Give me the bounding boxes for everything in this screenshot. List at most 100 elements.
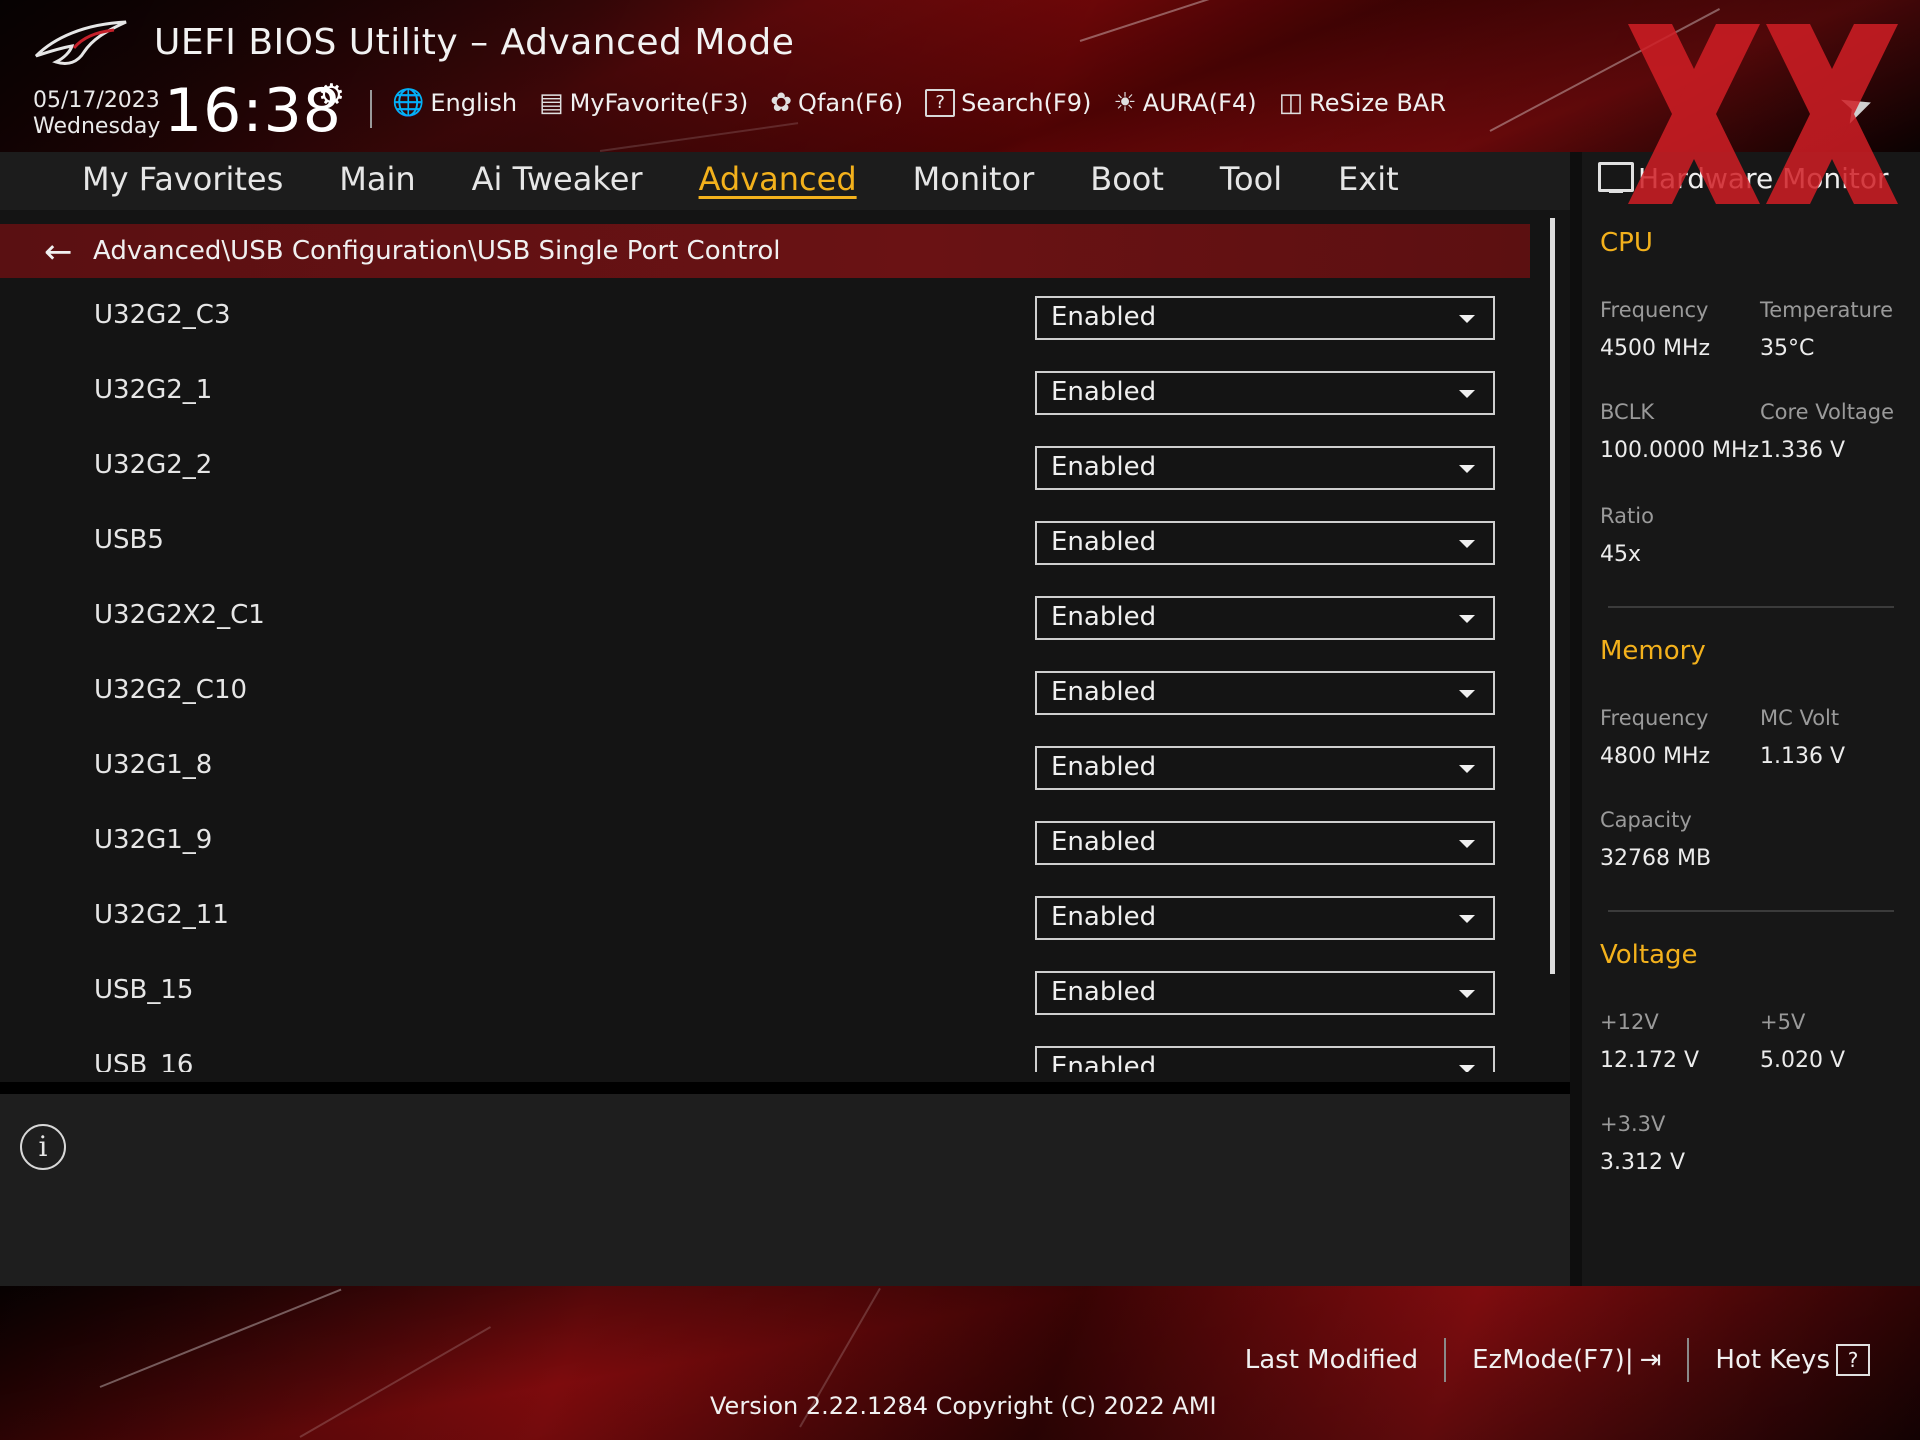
resize-bar-label: ReSize BAR: [1309, 89, 1446, 117]
myfavorite-label: MyFavorite(F3): [569, 89, 749, 117]
memory-frequency-value: 4800 MHz: [1600, 744, 1711, 769]
chevron-down-icon: [1459, 315, 1475, 323]
ezmode-button[interactable]: EzMode(F7)| ⇥: [1446, 1345, 1687, 1375]
tab-monitor[interactable]: Monitor: [913, 160, 1091, 198]
chevron-down-icon: [1459, 1065, 1475, 1072]
background-streak: [99, 1288, 342, 1388]
setting-dropdown[interactable]: Enabled: [1035, 971, 1495, 1015]
cpu-core-voltage-value: 1.336 V: [1760, 438, 1846, 463]
chevron-down-icon: [1459, 840, 1475, 848]
memory-mc-volt-value: 1.136 V: [1760, 744, 1846, 769]
main-menu-bar: My Favorites Main Ai Tweaker Advanced Mo…: [0, 152, 1570, 211]
back-arrow-icon[interactable]: ←: [44, 232, 73, 272]
info-icon: i: [20, 1124, 66, 1170]
background-streak: [1079, 0, 1480, 42]
page-title: UEFI BIOS Utility – Advanced Mode: [154, 22, 795, 63]
breadcrumb-path: Advanced\USB Configuration\USB Single Po…: [93, 236, 781, 266]
setting-row: USB_16 Enabled: [0, 1028, 1530, 1072]
weekday-text: Wednesday: [33, 114, 161, 139]
voltage-3v3-label: +3.3V: [1600, 1112, 1666, 1136]
last-modified-button[interactable]: Last Modified: [1219, 1345, 1444, 1375]
tab-my-favorites[interactable]: My Favorites: [82, 160, 339, 198]
cpu-ratio-label: Ratio: [1600, 504, 1654, 528]
dropdown-value: Enabled: [1051, 452, 1157, 482]
hot-keys-button[interactable]: Hot Keys ?: [1689, 1344, 1896, 1376]
setting-dropdown[interactable]: Enabled: [1035, 671, 1495, 715]
globe-icon: 🌐: [392, 88, 425, 118]
setting-row: U32G2_C10 Enabled: [0, 653, 1530, 728]
search-button[interactable]: ? Search(F9): [925, 89, 1091, 117]
setting-label: U32G2_2: [94, 450, 213, 480]
tab-exit[interactable]: Exit: [1338, 160, 1455, 198]
tab-main[interactable]: Main: [339, 160, 471, 198]
aura-label: AURA(F4): [1142, 89, 1257, 117]
dropdown-value: Enabled: [1051, 752, 1157, 782]
vertical-scrollbar[interactable]: [1550, 218, 1555, 974]
tab-tool[interactable]: Tool: [1220, 160, 1338, 198]
resize-bar-button[interactable]: ◫ ReSize BAR: [1279, 88, 1446, 118]
chevron-down-icon: [1459, 765, 1475, 773]
dropdown-value: Enabled: [1051, 677, 1157, 707]
setting-dropdown[interactable]: Enabled: [1035, 446, 1495, 490]
chevron-down-icon: [1459, 690, 1475, 698]
setting-dropdown[interactable]: Enabled: [1035, 521, 1495, 565]
dropdown-value: Enabled: [1051, 977, 1157, 1007]
setting-dropdown[interactable]: Enabled: [1035, 596, 1495, 640]
version-text: Version 2.22.1284 Copyright (C) 2022 AMI: [710, 1392, 1217, 1420]
menu-tabs: My Favorites Main Ai Tweaker Advanced Mo…: [82, 160, 1455, 198]
cpu-temperature-label: Temperature: [1760, 298, 1894, 322]
setting-row: U32G2_C3 Enabled: [0, 278, 1530, 353]
hardware-monitor-body: Hardware Monitor CPU Frequency 4500 MHz …: [1582, 152, 1920, 1286]
ezmode-label: EzMode(F7)|: [1472, 1345, 1634, 1375]
favorite-list-icon: ▤: [539, 88, 564, 118]
setting-row: U32G2X2_C1 Enabled: [0, 578, 1530, 653]
setting-dropdown[interactable]: Enabled: [1035, 1046, 1495, 1072]
voltage-section-heading: Voltage: [1600, 940, 1698, 970]
dropdown-value: Enabled: [1051, 827, 1157, 857]
tab-ai-tweaker[interactable]: Ai Tweaker: [472, 160, 699, 198]
setting-dropdown[interactable]: Enabled: [1035, 821, 1495, 865]
setting-row: U32G2_2 Enabled: [0, 428, 1530, 503]
clock-settings-gear-icon[interactable]: ⚙: [318, 78, 345, 113]
dropdown-value: Enabled: [1051, 602, 1157, 632]
footer-actions: Last Modified EzMode(F7)| ⇥ Hot Keys ?: [1219, 1338, 1896, 1382]
date-display: 05/17/2023 Wednesday: [33, 88, 160, 140]
setting-row: USB_15 Enabled: [0, 953, 1530, 1028]
last-modified-label: Last Modified: [1244, 1345, 1419, 1375]
section-divider: [1608, 910, 1894, 912]
setting-dropdown[interactable]: Enabled: [1035, 371, 1495, 415]
background-streak: [599, 122, 799, 152]
exit-arrow-icon: ⇥: [1639, 1345, 1662, 1375]
setting-row: USB5 Enabled: [0, 503, 1530, 578]
chevron-down-icon: [1459, 540, 1475, 548]
memory-section-heading: Memory: [1600, 636, 1706, 666]
setting-label: U32G2_11: [94, 900, 229, 930]
breadcrumb: ← Advanced\USB Configuration\USB Single …: [0, 224, 1530, 278]
tab-advanced[interactable]: Advanced: [699, 160, 913, 198]
background-streak: [299, 1326, 492, 1438]
aura-button[interactable]: ☀ AURA(F4): [1113, 88, 1256, 118]
chevron-down-icon: [1459, 615, 1475, 623]
resize-bar-icon: ◫: [1278, 88, 1304, 118]
fan-icon: ✿: [770, 88, 793, 118]
aura-light-icon: ☀: [1113, 88, 1137, 118]
settings-list: U32G2_C3 Enabled U32G2_1 Enabled U32G2_2…: [0, 278, 1530, 1072]
language-button[interactable]: 🌐 English: [392, 88, 517, 118]
setting-dropdown[interactable]: Enabled: [1035, 896, 1495, 940]
help-question-icon: ?: [1836, 1344, 1870, 1376]
footer-bar: Last Modified EzMode(F7)| ⇥ Hot Keys ? V…: [0, 1286, 1920, 1440]
voltage-3v3-value: 3.312 V: [1600, 1150, 1686, 1175]
setting-label: USB_15: [94, 975, 194, 1005]
cpu-section-heading: CPU: [1600, 228, 1653, 258]
dropdown-value: Enabled: [1051, 902, 1157, 932]
tab-boot[interactable]: Boot: [1090, 160, 1220, 198]
clock-time: 16:38: [164, 76, 342, 146]
memory-frequency-label: Frequency: [1600, 706, 1709, 730]
setting-label: U32G2_C3: [94, 300, 231, 330]
voltage-12v-value: 12.172 V: [1600, 1048, 1700, 1073]
setting-dropdown[interactable]: Enabled: [1035, 296, 1495, 340]
qfan-button[interactable]: ✿ Qfan(F6): [770, 88, 903, 118]
setting-dropdown[interactable]: Enabled: [1035, 746, 1495, 790]
myfavorite-button[interactable]: ▤ MyFavorite(F3): [539, 88, 748, 118]
rog-logo-icon: [34, 20, 127, 66]
